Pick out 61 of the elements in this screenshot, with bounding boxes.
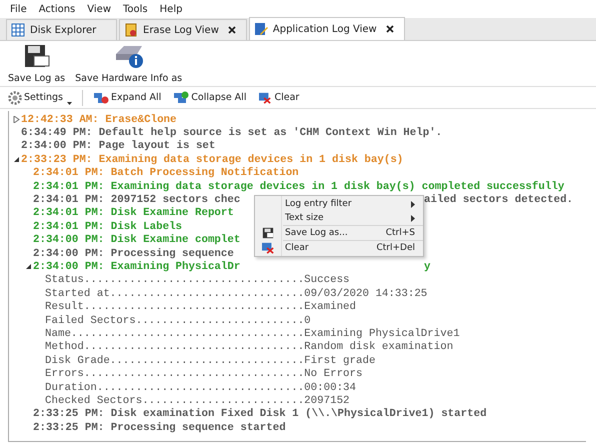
menu-item[interactable]: Text size	[255, 211, 423, 225]
menu-item[interactable]: Clear Ctrl+Del	[255, 241, 423, 255]
field-value: First grade	[304, 354, 376, 367]
field-value: Examining PhysicalDrive1	[304, 328, 460, 340]
tab[interactable]: Erase Log View	[119, 19, 247, 40]
floppy-disk-icon	[24, 44, 50, 70]
log-entry[interactable]: 2:34:00 PM: Page layout is set	[21, 140, 216, 152]
toolbar-button[interactable]: Expand All	[90, 90, 164, 104]
ribbon-button[interactable]: Save Hardware Info as	[73, 44, 184, 84]
field-value: 2097152	[304, 394, 350, 407]
log-entry[interactable]: 6:34:49 PM: Default help source is set as 'CHM Context Win Help'.	[21, 127, 442, 140]
menu-item[interactable]: Log entry filter	[255, 197, 423, 211]
field-label: Started at..............................	[45, 288, 304, 300]
menu-item[interactable]: Actions	[32, 4, 82, 14]
field-label: Duration................................	[45, 382, 304, 394]
ribbon-button[interactable]: Save Log as	[6, 44, 68, 84]
field-value: Examined	[304, 301, 356, 314]
field-label: Method..................................	[45, 341, 304, 354]
document-icon	[124, 23, 138, 37]
field-value: Random disk examination	[304, 341, 454, 354]
field-label: Name....................................	[45, 328, 304, 340]
field-label: Status..................................	[45, 274, 304, 286]
menu-item[interactable]: View	[81, 4, 117, 14]
grid-icon	[11, 23, 25, 37]
toolbar-button[interactable]: Collapse All	[171, 90, 248, 104]
field-label: Checked Sectors.........................	[45, 394, 304, 407]
expanded-arrow-icon[interactable]	[12, 156, 20, 164]
tab[interactable]: Application Log View	[248, 17, 405, 40]
log-entry[interactable]: 2:33:25 PM: Disk examination Fixed Disk 1 (\\.\PhysicalDrive1) started	[33, 408, 487, 420]
menu-item[interactable]: Tools	[117, 4, 154, 14]
log-entry[interactable]: 2:33:25 PM: Processing sequence started	[33, 422, 286, 434]
log-entry[interactable]: 2:34:00 PM: Processing sequence	[33, 248, 234, 260]
field-label: Result..................................	[45, 301, 304, 314]
menu-item[interactable]: File	[4, 4, 33, 14]
clear-icon	[261, 242, 275, 254]
expanded-arrow-icon[interactable]	[24, 263, 32, 270]
close-icon[interactable]	[228, 26, 236, 34]
log-entry: ailed sectors detected.	[424, 194, 574, 206]
toolbar-button[interactable]: Settings	[6, 90, 74, 104]
field-label: Failed Sectors..........................	[45, 314, 304, 327]
log-entry[interactable]: 2:34:01 PM: 2097152 sectors chec	[33, 194, 240, 206]
field-value: 00:00:34	[304, 382, 356, 394]
field-label: Disk Grade..............................	[45, 354, 304, 367]
field-value: No Errors	[304, 368, 362, 380]
toolbar-button[interactable]: Clear	[256, 92, 302, 104]
close-icon[interactable]	[386, 25, 394, 33]
menu-item[interactable]: Help	[154, 4, 188, 14]
clear-icon	[258, 92, 272, 104]
save-icon	[262, 227, 274, 239]
collapsed-arrow-icon[interactable]	[12, 116, 20, 124]
notebook-icon	[254, 22, 268, 36]
log-entry: y	[424, 260, 430, 273]
field-value: 0	[304, 314, 311, 327]
tab[interactable]: Disk Explorer	[6, 19, 117, 40]
settings-icon	[8, 90, 22, 104]
field-value: 09/03/2020 14:33:25	[304, 288, 428, 300]
menu-item[interactable]: Save Log as... Ctrl+S	[255, 226, 423, 240]
field-value: Success	[304, 274, 350, 286]
field-label: Errors..................................	[45, 368, 304, 380]
expand-icon	[92, 90, 109, 104]
collapse-icon	[173, 90, 190, 104]
